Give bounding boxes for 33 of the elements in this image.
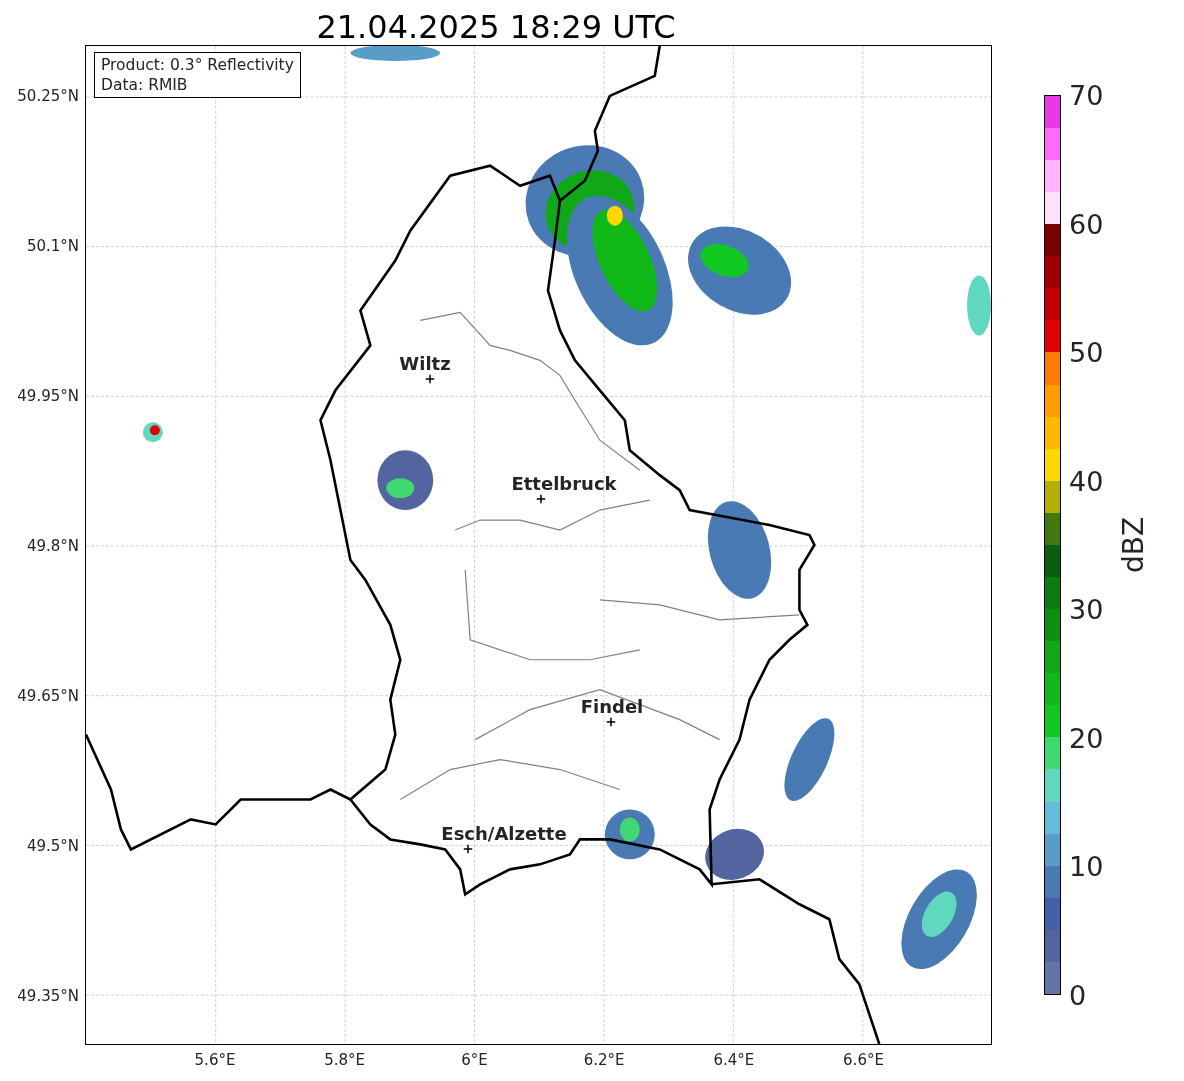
chart-title: 21.04.2025 18:29 UTC <box>315 9 677 45</box>
axis-tick-label: 6.6°E <box>843 1050 884 1071</box>
axis-tick-label: 5.8°E <box>324 1050 366 1071</box>
city-label: Ettelbruck <box>511 475 617 493</box>
axis-tick-label: 5.6°E <box>194 1050 236 1071</box>
colorbar-tick-label: 60 <box>1069 210 1104 238</box>
city-label: Findel <box>580 698 644 716</box>
colorbar-tick-label: 30 <box>1069 595 1104 623</box>
axis-tick-label: 50.1°N <box>26 235 79 257</box>
cross-icon <box>606 717 616 727</box>
legend-text: Data: RMIB <box>101 75 189 96</box>
axis-tick-label: 49.8°N <box>26 535 79 557</box>
colorbar-tick-label: 0 <box>1069 981 1087 1009</box>
axis-tick-label: 49.35°N <box>17 985 79 1007</box>
axis-tick-label: 6.4°E <box>713 1050 755 1071</box>
colorbar-tick-label: 40 <box>1069 467 1104 495</box>
city-label: Esch/Alzette <box>441 825 567 843</box>
axis-tick-label: 50.25°N <box>17 85 79 107</box>
cross-icon <box>463 844 473 854</box>
cross-icon <box>425 374 435 384</box>
axis-tick-label: 49.95°N <box>17 385 79 407</box>
colorbar-tick-label: 10 <box>1069 852 1104 880</box>
colorbar-label: dBZ <box>1120 516 1148 574</box>
colorbar-tick-label: 70 <box>1069 81 1104 109</box>
axis-tick-label: 6.2°E <box>583 1050 625 1071</box>
axis-tick-label: 49.65°N <box>17 685 79 707</box>
colorbar-tick-label: 50 <box>1069 338 1104 366</box>
axis-tick-label: 49.5°N <box>26 835 79 857</box>
city-label: Wiltz <box>399 355 451 373</box>
cross-icon <box>536 494 546 504</box>
legend-text: Product: 0.3° Reflectivity <box>101 55 294 76</box>
colorbar-tick-label: 20 <box>1069 724 1104 752</box>
axis-tick-label: 6°E <box>461 1050 488 1071</box>
